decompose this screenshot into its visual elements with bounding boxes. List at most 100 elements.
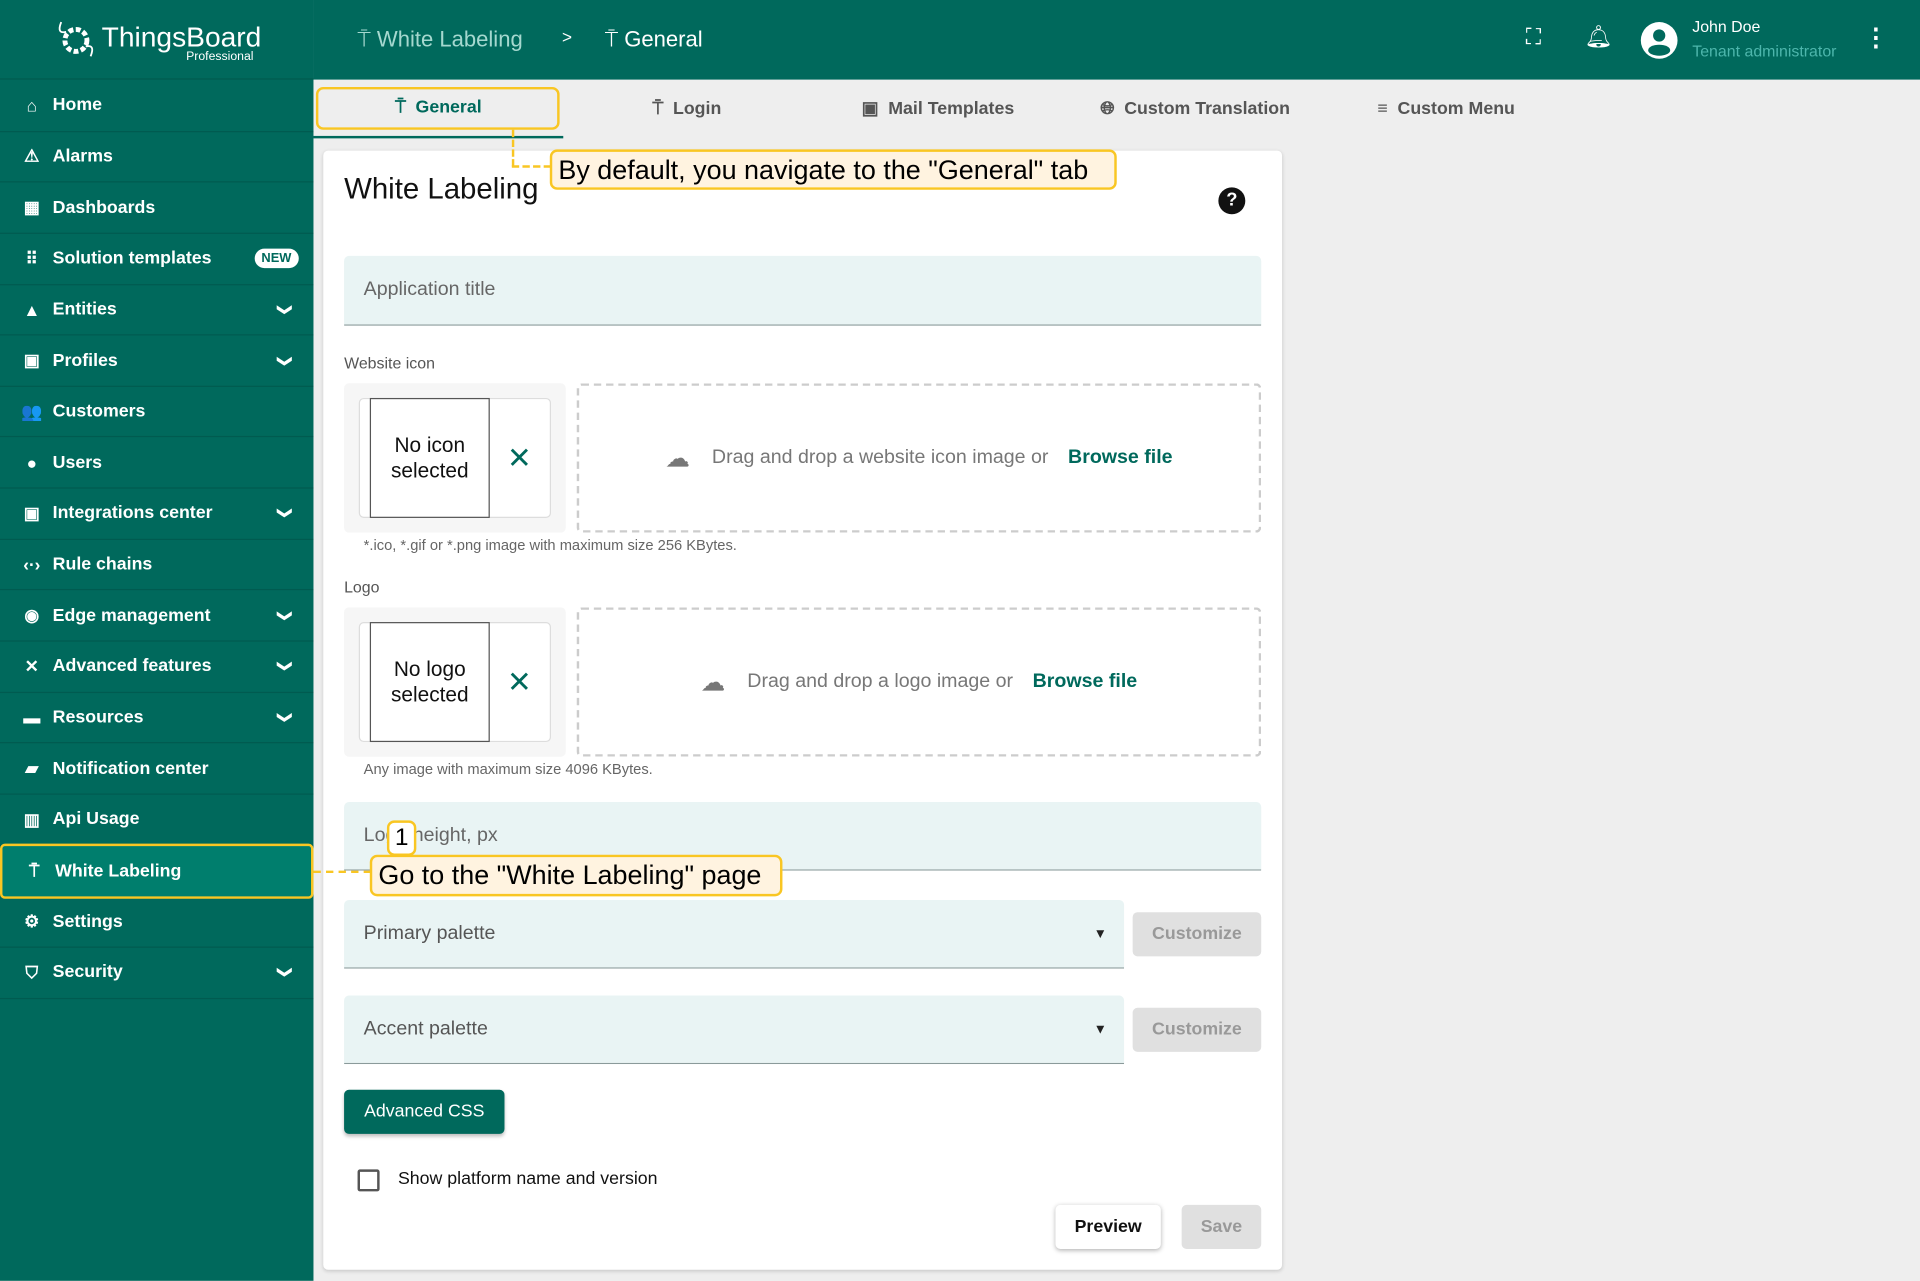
security-icon: ⛉ [25, 962, 39, 982]
notification-icon: ▰ [25, 758, 39, 778]
new-badge: NEW [254, 248, 299, 269]
fullscreen-icon[interactable]: ⛶ [1526, 24, 1541, 50]
logo-hint: Any image with maximum size 4096 KBytes. [363, 760, 653, 778]
apps-icon: ⠿ [25, 248, 39, 268]
breadcrumb-general: ⍑ General [604, 26, 703, 52]
router-icon: ◉ [24, 605, 40, 625]
preview-button[interactable]: Preview [1055, 1204, 1161, 1249]
browse-file-link[interactable]: Browse file [1068, 447, 1173, 469]
sidebar-item-notification-center[interactable]: ▰ Notification center [0, 744, 314, 795]
sidebar-item-label: Notification center [52, 758, 209, 779]
sidebar-item-label: Customers [52, 401, 146, 422]
format-paint-icon: ⍑ [652, 99, 664, 119]
customize-primary-button[interactable]: Customize [1132, 912, 1262, 957]
sidebar: ThingsBoard Professional ⌂ Home ⚠ Alarms ▦ Da… [0, 0, 314, 1281]
sidebar-item-alarms[interactable]: ⚠ Alarms [0, 132, 314, 183]
brand-name: ThingsBoard [101, 20, 262, 53]
clear-icon-button[interactable]: ✕ [507, 441, 532, 477]
sidebar-item-label: Advanced features [52, 656, 212, 677]
sidebar-item-home[interactable]: ⌂ Home [0, 81, 314, 132]
mail-template-icon: ▣ [861, 99, 879, 119]
sidebar-item-settings[interactable]: ⚙ Settings [0, 897, 314, 948]
application-title-input[interactable]: Application title [344, 255, 1262, 326]
settings-icon: ⚙ [24, 911, 40, 931]
home-icon: ⌂ [26, 95, 38, 116]
user-name: John Doe [1692, 17, 1761, 36]
chevron-down-icon[interactable]: ❯ [277, 712, 294, 724]
chevron-down-icon[interactable]: ❯ [277, 355, 294, 367]
sidebar-item-label: Solution templates [52, 248, 212, 269]
sidebar-item-dashboards[interactable]: ▦ Dashboards [0, 183, 314, 234]
callout-connector [313, 870, 372, 874]
cloud-upload-icon: ☁ [700, 669, 726, 697]
chevron-down-icon[interactable]: ❯ [277, 660, 294, 672]
sidebar-item-customers[interactable]: 👥 Customers [0, 387, 314, 438]
list-icon: ≡ [1377, 99, 1388, 119]
browse-file-link[interactable]: Browse file [1033, 671, 1138, 693]
customize-accent-button[interactable]: Customize [1132, 1007, 1262, 1052]
sidebar-item-rule-chains[interactable]: ‹·› Rule chains [0, 540, 314, 591]
chevron-down-icon[interactable]: ❯ [277, 304, 294, 316]
sidebar-item-api-usage[interactable]: ▥ Api Usage [0, 795, 314, 846]
advanced-css-button[interactable]: Advanced CSS [344, 1089, 505, 1134]
account-circle-icon: ● [26, 452, 38, 473]
people-icon: 👥 [21, 401, 43, 421]
sidebar-item-entities[interactable]: ▲ Entities ❯ [0, 285, 314, 336]
sidebar-item-solution-templates[interactable]: ⠿ Solution templates NEW [0, 234, 314, 285]
primary-palette-select[interactable]: Primary palette ▼ [344, 900, 1125, 969]
sidebar-item-edge-management[interactable]: ◉ Edge management ❯ [0, 591, 314, 642]
sidebar-item-label: Dashboards [52, 197, 156, 218]
logo[interactable]: ThingsBoard Professional [0, 0, 314, 80]
notifications-bell-icon[interactable]: 🔔︎ [1584, 24, 1612, 50]
help-icon[interactable]: ? [1218, 187, 1246, 215]
dropdown-arrow-icon: ▼ [1093, 1021, 1107, 1037]
format-paint-icon: ⍑ [29, 860, 40, 881]
sidebar-item-security[interactable]: ⛉ Security ❯ [0, 948, 314, 999]
sidebar-item-advanced-features[interactable]: ✕ Advanced features ❯ [0, 642, 314, 693]
user-role: Tenant administrator [1692, 41, 1837, 61]
tab-custom-menu[interactable]: ≡ Custom Menu [1354, 80, 1538, 139]
cloud-upload-icon: ☁ [665, 445, 690, 473]
sidebar-item-label: White Labeling [55, 861, 182, 882]
tab-login[interactable]: ⍑ Login [595, 80, 779, 139]
account-avatar-icon[interactable] [1640, 21, 1679, 60]
badge-icon: ▣ [23, 350, 40, 370]
no-icon-placeholder: No icon selected [369, 397, 490, 518]
sidebar-item-label: Users [52, 452, 103, 473]
logo-dropzone[interactable]: ☁ Drag and drop a logo image or Browse f… [576, 607, 1262, 757]
general-tab-callout: By default, you navigate to the "General… [549, 149, 1117, 190]
chevron-down-icon[interactable]: ❯ [277, 610, 294, 622]
tab-custom-translation[interactable]: 🌐︎ Custom Translation [1079, 80, 1312, 139]
format-paint-icon: ⍑ [604, 26, 625, 52]
construction-icon: ✕ [24, 656, 40, 676]
tab-mail-templates[interactable]: ▣ Mail Templates [840, 80, 1036, 139]
website-icon-dropzone[interactable]: ☁ Drag and drop a website icon image or … [576, 383, 1262, 533]
sidebar-item-label: Home [52, 95, 102, 116]
sidebar-item-label: Settings [52, 911, 123, 932]
insert-chart-icon: ▥ [23, 809, 40, 829]
breadcrumb-white-labeling[interactable]: ⍑ White Labeling [358, 27, 523, 53]
chevron-down-icon[interactable]: ❯ [277, 967, 294, 979]
sidebar-item-users[interactable]: ● Users [0, 438, 314, 489]
accent-palette-select[interactable]: Accent palette ▼ [344, 995, 1125, 1065]
settings-ethernet-icon: ‹·› [23, 554, 41, 575]
show-platform-label: Show platform name and version [397, 1169, 658, 1189]
sidebar-item-label: Entities [52, 299, 117, 320]
show-platform-checkbox[interactable] [357, 1169, 380, 1192]
language-icon: 🌐︎ [1100, 99, 1115, 119]
callout-connector [511, 129, 515, 167]
sidebar-item-label: Integrations center [52, 503, 213, 524]
more-vert-icon[interactable]: ⋮ [1864, 22, 1888, 53]
step-number-badge: 1 [386, 820, 417, 856]
app-window: ThingsBoard Professional ⌂ Home ⚠ Alarms ▦ Da… [0, 0, 1920, 1281]
chevron-down-icon[interactable]: ❯ [277, 507, 294, 519]
sidebar-item-profiles[interactable]: ▣ Profiles ❯ [0, 336, 314, 387]
sidebar-item-resources[interactable]: ▬ Resources ❯ [0, 693, 314, 744]
save-button[interactable]: Save [1181, 1204, 1262, 1249]
clear-logo-button[interactable]: ✕ [507, 665, 532, 701]
sidebar-item-integrations-center[interactable]: ▣ Integrations center ❯ [0, 489, 314, 540]
website-icon-label: Website icon [344, 353, 435, 373]
top-bar: ⍑ White Labeling > ⍑ General ⛶ 🔔︎ John D… [313, 0, 1920, 80]
sidebar-item-white-labeling[interactable]: ⍑ White Labeling [0, 843, 314, 899]
page-title: White Labeling [344, 172, 539, 206]
